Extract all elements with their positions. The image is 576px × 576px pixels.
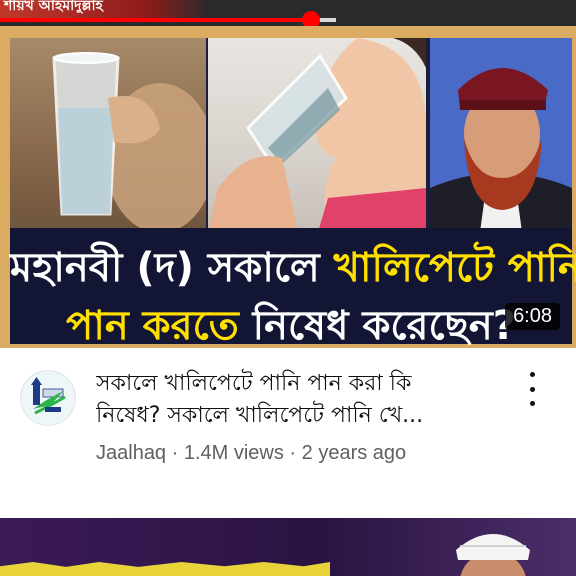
separator: · (166, 442, 184, 464)
kebab-dot (529, 401, 535, 406)
watch-progress-bar[interactable] (0, 18, 336, 22)
person-drinking-water-image (208, 38, 426, 232)
watch-progress-fill (0, 18, 311, 22)
thumbnail-title-highlight: খালিপেটে পানি (333, 245, 576, 291)
upload-age: 2 years ago (301, 442, 407, 464)
video-metadata: Jaalhaq · 1.4M views · 2 years ago (96, 442, 406, 465)
thumbnail-title-text: নিষেধ করেছেন? (252, 303, 516, 348)
thumbnail-title-text: মহানবী (দ) সকালে (10, 245, 334, 291)
thumbnail-title-highlight: পান করতে (66, 303, 253, 348)
thumbnail-image: মহানবী (দ) সকালে খালিপেটে পানি পান করতে … (10, 38, 576, 348)
next-thumbnail-person-image (456, 534, 530, 576)
next-thumbnail-title-fragment (0, 562, 330, 576)
speaker-portrait-image (430, 38, 572, 232)
kebab-menu-icon[interactable] (520, 372, 544, 406)
kebab-dot (529, 372, 535, 377)
previous-video-thumbnail[interactable]: শায়খ আহমাদুল্লাহ (0, 0, 576, 26)
channel-name[interactable]: Jaalhaq (96, 442, 166, 464)
overlay-channel-text: শায়খ আহমাদুল্লাহ (4, 0, 103, 14)
jaalhaq-logo-icon[interactable] (20, 370, 76, 426)
view-count: 1.4M views (183, 442, 284, 464)
video-title[interactable]: সকালে খালিপেটে পানি পান করা কি নিষেধ? সক… (96, 368, 496, 432)
thumbnail-title-line-1: মহানবী (দ) সকালে খালিপেটে পানি (10, 236, 576, 303)
separator: · (283, 442, 302, 464)
glass-of-water-image (10, 38, 206, 232)
video-thumbnail[interactable]: মহানবী (দ) সকালে খালিপেটে পানি পান করতে … (0, 26, 576, 348)
video-title-line-2: নিষেধ? সকালে খালিপেটে পানি খে... (96, 403, 424, 428)
thumbnail-title-line-2: পান করতে নিষেধ করেছেন? (10, 294, 572, 348)
next-video-thumbnail[interactable] (0, 518, 576, 576)
video-details-row: সকালে খালিপেটে পানি পান করা কি নিষেধ? সক… (0, 348, 576, 518)
kebab-dot (529, 386, 535, 392)
duration-badge: 6:08 (505, 303, 560, 330)
video-title-line-1: সকালে খালিপেটে পানি পান করা কি (96, 371, 412, 396)
